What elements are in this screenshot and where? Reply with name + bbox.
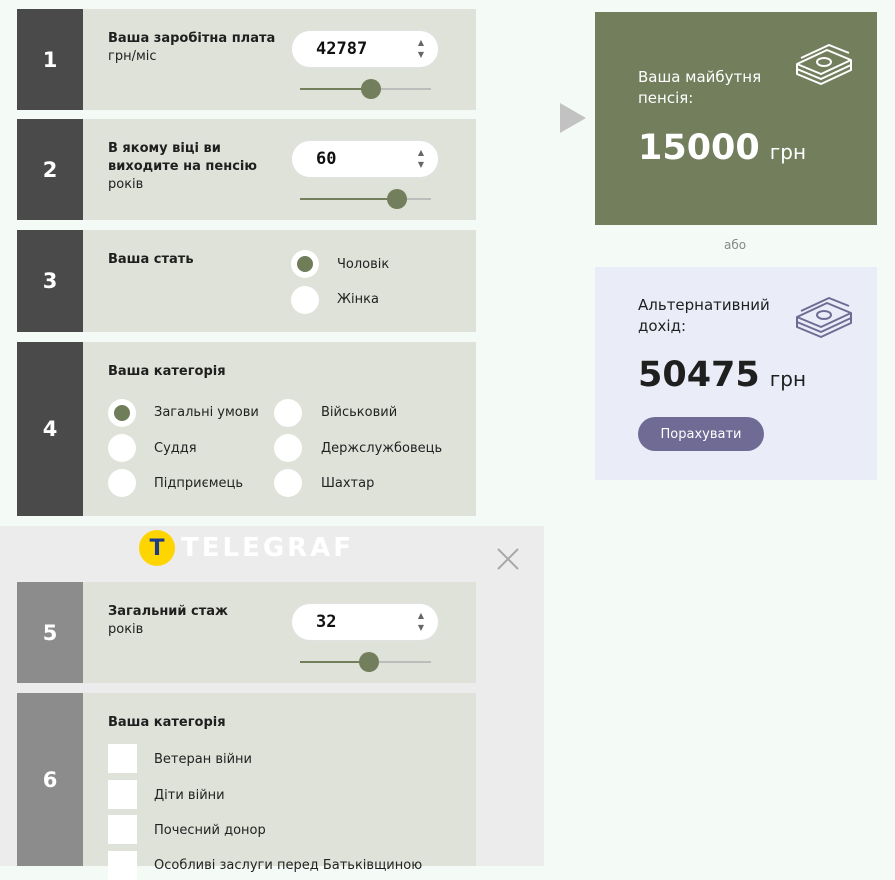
close-icon[interactable] bbox=[495, 546, 521, 572]
stepper-arrows-icon[interactable]: ▲ ▼ bbox=[416, 147, 426, 171]
radio-civil-servant-label[interactable]: Держслужбовець bbox=[321, 441, 442, 456]
alt-value: 50475 bbox=[638, 355, 760, 395]
step-number: 2 bbox=[17, 119, 83, 220]
step-number: 6 bbox=[17, 693, 83, 866]
experience-slider[interactable] bbox=[300, 652, 431, 672]
alt-title: Альтернативний дохід: bbox=[638, 296, 770, 335]
pension-title: Ваша майбутня пенсія: bbox=[638, 68, 762, 107]
stepper-arrows-icon[interactable]: ▲ ▼ bbox=[416, 610, 426, 634]
category-title: Ваша категорія bbox=[108, 363, 226, 381]
step-number: 3 bbox=[17, 230, 83, 332]
radio-male-label[interactable]: Чоловік bbox=[337, 257, 389, 272]
alt-amount: 50475 грн bbox=[638, 355, 806, 395]
pension-unit: грн bbox=[769, 140, 807, 164]
gender-card: 3 Ваша стать Чоловік Жінка bbox=[17, 230, 476, 332]
checkbox-donor-label[interactable]: Почесний донор bbox=[154, 823, 266, 838]
alt-income-panel: Альтернативний дохід: 50475 грн Порахуват… bbox=[595, 267, 877, 480]
checkbox-donor[interactable] bbox=[108, 815, 137, 844]
step-number: 4 bbox=[17, 342, 83, 516]
checkbox-veteran-label[interactable]: Ветеран війни bbox=[154, 752, 252, 767]
arrow-right-icon bbox=[560, 103, 586, 133]
step-number: 5 bbox=[17, 582, 83, 683]
radio-judge-label[interactable]: Суддя bbox=[154, 441, 197, 456]
step-number: 1 bbox=[17, 9, 83, 110]
slider-handle[interactable] bbox=[359, 652, 380, 672]
category2-card: 6 Ваша категорія Ветеран війни Діти війн… bbox=[17, 693, 476, 880]
radio-female[interactable] bbox=[291, 286, 319, 314]
age-card: 2 В якому віці ви виходите на пенсію рок… bbox=[17, 119, 476, 220]
experience-input[interactable]: 32 ▲ ▼ bbox=[292, 604, 438, 640]
radio-entrepreneur[interactable] bbox=[108, 469, 136, 497]
checkbox-war-children[interactable] bbox=[108, 780, 137, 809]
radio-miner[interactable] bbox=[274, 469, 302, 497]
logo-mark-icon: T bbox=[139, 530, 175, 566]
gender-title: Ваша стать bbox=[108, 251, 194, 269]
salary-label: Ваша заробітна плата bbox=[108, 31, 276, 46]
radio-military[interactable] bbox=[274, 399, 302, 427]
stepper-arrows-icon[interactable]: ▲ ▼ bbox=[416, 37, 426, 61]
salary-title: Ваша заробітна плата грн/міс bbox=[108, 30, 275, 66]
radio-judge[interactable] bbox=[108, 434, 136, 462]
age-unit: років bbox=[108, 177, 144, 192]
radio-civil-servant[interactable] bbox=[274, 434, 302, 462]
pension-result-panel: Ваша майбутня пенсія: 15000 грн bbox=[595, 12, 877, 225]
salary-input[interactable]: 42787 ▲ ▼ bbox=[292, 31, 438, 67]
category-label: Ваша категорія bbox=[108, 364, 226, 379]
salary-slider[interactable] bbox=[300, 79, 431, 99]
pension-value: 15000 bbox=[638, 128, 760, 168]
category-card: 4 Ваша категорія Загальні умови Військов… bbox=[17, 342, 476, 516]
age-label: В якому віці ви виходите на пенсію bbox=[108, 141, 257, 174]
calculate-button[interactable]: Порахувати bbox=[638, 417, 764, 451]
radio-military-label[interactable]: Військовий bbox=[321, 405, 397, 420]
salary-card: 1 Ваша заробітна плата грн/міс 42787 ▲ ▼ bbox=[17, 9, 476, 110]
slider-handle[interactable] bbox=[360, 79, 381, 99]
slider-fill bbox=[300, 198, 397, 200]
money-stack-icon bbox=[795, 42, 853, 86]
logo-text: TELEGRAF bbox=[181, 533, 355, 563]
radio-general-label[interactable]: Загальні умови bbox=[154, 405, 259, 420]
experience-label: Загальний стаж bbox=[108, 604, 228, 619]
category2-title: Ваша категорія bbox=[108, 714, 226, 732]
radio-entrepreneur-label[interactable]: Підприємець bbox=[154, 476, 243, 491]
experience-unit: років bbox=[108, 622, 144, 637]
alt-unit: грн bbox=[769, 367, 807, 391]
experience-card: 5 Загальний стаж років 32 ▲ ▼ bbox=[17, 582, 476, 683]
checkbox-veteran[interactable] bbox=[108, 744, 137, 773]
pension-amount: 15000 грн bbox=[638, 128, 806, 168]
radio-male[interactable] bbox=[291, 250, 319, 278]
experience-value: 32 bbox=[316, 612, 337, 632]
checkbox-war-children-label[interactable]: Діти війни bbox=[154, 788, 225, 803]
age-input[interactable]: 60 ▲ ▼ bbox=[292, 141, 438, 177]
radio-miner-label[interactable]: Шахтар bbox=[321, 476, 374, 491]
age-title: В якому віці ви виходите на пенсію років bbox=[108, 140, 283, 194]
salary-unit: грн/міс bbox=[108, 49, 157, 64]
radio-female-label[interactable]: Жінка bbox=[337, 292, 379, 307]
radio-general[interactable] bbox=[108, 399, 136, 427]
salary-value: 42787 bbox=[316, 39, 368, 59]
age-slider[interactable] bbox=[300, 189, 431, 209]
slider-handle[interactable] bbox=[386, 189, 407, 209]
gender-label: Ваша стать bbox=[108, 252, 194, 267]
age-value: 60 bbox=[316, 149, 337, 169]
or-label: або bbox=[724, 238, 747, 252]
experience-title: Загальний стаж років bbox=[108, 603, 228, 639]
category2-label: Ваша категорія bbox=[108, 715, 226, 730]
money-stack-icon bbox=[795, 295, 853, 339]
